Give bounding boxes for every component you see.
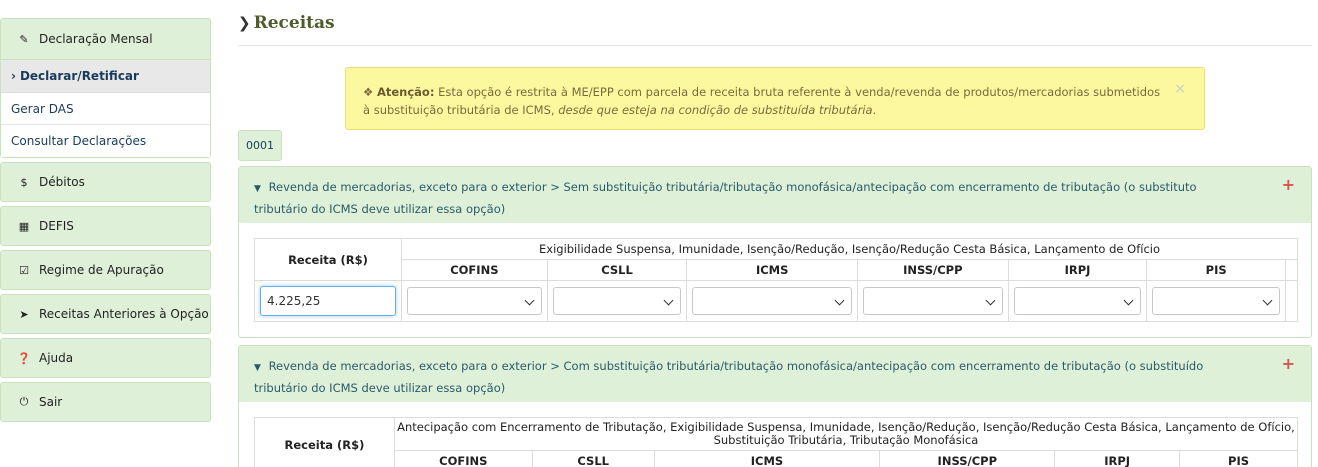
check-square-icon: ☑ [19, 263, 29, 277]
spacer-cell [1284, 280, 1299, 322]
irpj-cell [1007, 280, 1148, 322]
chevron-down-icon [985, 295, 996, 306]
page-title-text: Receitas [253, 12, 335, 33]
col-cofins: COFINS [393, 450, 533, 467]
chevron-down-icon [663, 295, 674, 306]
inss-cpp-cell [856, 280, 1009, 322]
menu-label: Sair [39, 395, 63, 409]
pencil-icon: ✎ [19, 32, 29, 46]
sidebar-item-label: Declarar/Retificar [19, 69, 139, 83]
receita-input[interactable]: 4.225,25 [260, 286, 396, 316]
menu-ajuda-header[interactable]: ❓ Ajuda [1, 339, 210, 377]
sidebar-item-declarar-retificar[interactable]: › Declarar/Retificar [1, 60, 210, 93]
panel-header[interactable]: ▼ Revenda de mercadorias, exceto para o … [239, 346, 1311, 402]
menu-regime-apuracao[interactable]: ☑ Regime de Apuração [0, 250, 211, 290]
panel-title: Revenda de mercadorias, exceto para o ex… [254, 359, 1204, 395]
col-csll: CSLL [531, 450, 655, 467]
menu-defis[interactable]: ▦ DEFIS [0, 206, 211, 246]
menu-declaracao-mensal: ✎ Declaração Mensal › Declarar/Retificar… [0, 18, 211, 158]
main-content: ❯ Receitas ❖ Atenção: Esta opção é restr… [238, 0, 1312, 467]
revenue-panel-1: ▼ Revenda de mercadorias, exceto para o … [238, 166, 1312, 338]
caret-down-icon: ▼ [254, 184, 261, 194]
menu-label: Ajuda [39, 351, 74, 365]
chevron-down-icon [834, 295, 845, 306]
csll-select[interactable] [552, 287, 682, 315]
col-icms: ICMS [653, 450, 881, 467]
menu-label: Declaração Mensal [39, 32, 153, 46]
col-csll: CSLL [546, 259, 688, 281]
group-header: Exigibilidade Suspensa, Imunidade, Isenç… [401, 238, 1298, 260]
close-icon[interactable]: × [1174, 80, 1186, 98]
menu-label: DEFIS [39, 219, 74, 233]
info-circle-icon: ❖ [363, 85, 374, 99]
menu-receitas-anteriores-header[interactable]: ➤ Receitas Anteriores à Opção [1, 295, 210, 333]
pis-select[interactable] [1152, 287, 1280, 315]
revenue-table: Receita (R$) Exigibilidade Suspensa, Imu… [254, 238, 1299, 322]
menu-debitos[interactable]: $ Débitos [0, 162, 211, 202]
col-icms: ICMS [686, 259, 858, 281]
chevron-down-icon [1123, 295, 1134, 306]
col-cofins: COFINS [401, 259, 548, 281]
icms-cell [686, 280, 858, 322]
plus-icon[interactable]: + [1282, 175, 1295, 195]
dollar-icon: $ [20, 175, 28, 189]
question-circle-icon: ❓ [17, 351, 31, 365]
icms-select[interactable] [692, 287, 852, 315]
menu-sair-header[interactable]: ⏻ Sair [1, 383, 210, 421]
calendar-icon: ▦ [18, 219, 30, 233]
col-pis: PIS [1146, 259, 1286, 281]
sidebar-item-gerar-das[interactable]: Gerar DAS [1, 93, 210, 125]
inss-cpp-select[interactable] [862, 287, 1003, 315]
page-title: ❯ Receitas [238, 0, 1312, 46]
sidebar: ✎ Declaração Mensal › Declarar/Retificar… [0, 18, 211, 426]
csll-cell [546, 280, 688, 322]
col-pis: PIS [1179, 450, 1298, 467]
col-inss-cpp: INSS/CPP [879, 450, 1056, 467]
revenue-panel-2: ▼ Revenda de mercadorias, exceto para o … [238, 345, 1312, 467]
menu-label: Débitos [39, 175, 85, 189]
receita-header: Receita (R$) [254, 238, 402, 281]
chevron-right-icon: › [11, 69, 16, 83]
cofins-select[interactable] [407, 287, 542, 315]
alert-emphasis: desde que esteja na condição de substitu… [558, 103, 873, 117]
spacer-col [1284, 259, 1299, 281]
menu-declaracao-mensal-header[interactable]: ✎ Declaração Mensal [1, 19, 210, 59]
chevron-right-icon: ❯ [238, 13, 251, 32]
receita-header: Receita (R$) [254, 417, 395, 467]
panel-title: Revenda de mercadorias, exceto para o ex… [254, 180, 1197, 216]
col-irpj: IRPJ [1054, 450, 1181, 467]
menu-ajuda[interactable]: ❓ Ajuda [0, 338, 211, 378]
menu-debitos-header[interactable]: $ Débitos [1, 163, 210, 201]
caret-down-icon: ▼ [254, 363, 261, 373]
col-inss-cpp: INSS/CPP [856, 259, 1009, 281]
alert-end: . [872, 103, 877, 117]
pis-cell [1146, 280, 1286, 322]
menu-sair[interactable]: ⏻ Sair [0, 382, 211, 422]
menu-regime-header[interactable]: ☑ Regime de Apuração [1, 251, 210, 289]
panel-header[interactable]: ▼ Revenda de mercadorias, exceto para o … [239, 167, 1311, 223]
cofins-cell [401, 280, 548, 322]
menu-label: Regime de Apuração [39, 263, 164, 277]
alert-label: Atenção: [376, 85, 435, 99]
power-icon: ⏻ [19, 395, 29, 408]
submenu-declaracao: › Declarar/Retificar Gerar DAS Consultar… [1, 59, 210, 157]
menu-defis-header[interactable]: ▦ DEFIS [1, 207, 210, 245]
attention-alert: ❖ Atenção: Esta opção é restrita à ME/EP… [345, 67, 1205, 130]
col-irpj: IRPJ [1007, 259, 1148, 281]
arrow-right-icon: ➤ [19, 307, 29, 321]
chevron-down-icon [1262, 295, 1273, 306]
plus-icon[interactable]: + [1282, 354, 1295, 374]
receita-cell: 4.225,25 [254, 280, 402, 322]
chevron-down-icon [524, 295, 535, 306]
irpj-select[interactable] [1013, 287, 1142, 315]
activity-code-badge[interactable]: 0001 [238, 130, 282, 161]
group-header: Antecipação com Encerramento de Tributaç… [393, 417, 1299, 451]
menu-label: Receitas Anteriores à Opção [39, 307, 209, 321]
sidebar-item-consultar-declaracoes[interactable]: Consultar Declarações [1, 125, 210, 157]
menu-receitas-anteriores[interactable]: ➤ Receitas Anteriores à Opção [0, 294, 211, 334]
revenue-table: Receita (R$) Antecipação com Encerrament… [254, 417, 1299, 467]
